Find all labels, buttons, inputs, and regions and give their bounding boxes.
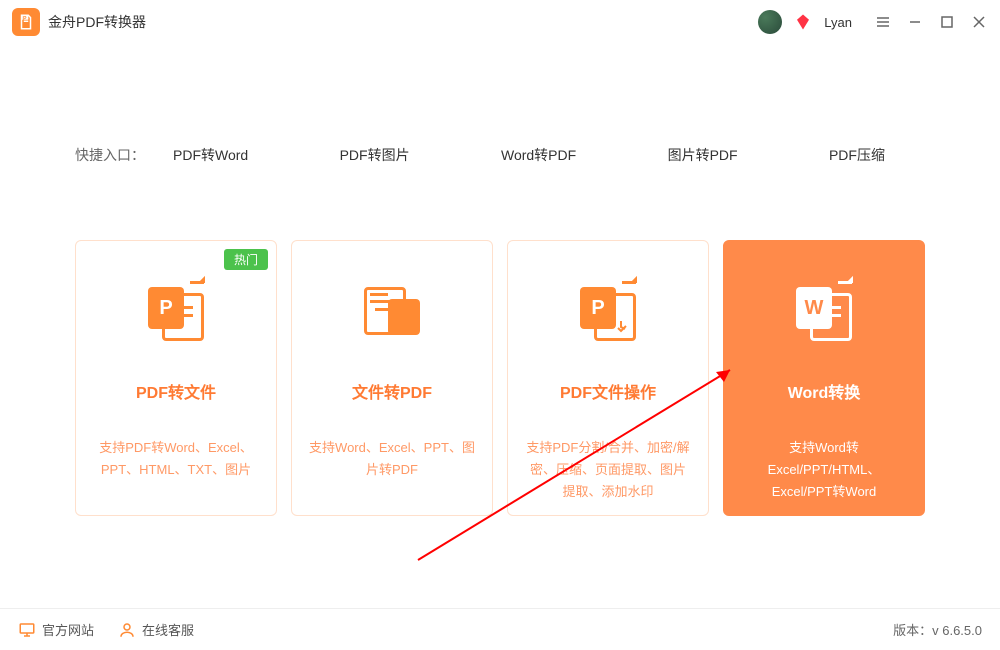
card-desc: 支持PDF分割/合并、加密/解密、压缩、页面提取、图片提取、添加水印 — [508, 437, 708, 503]
quick-image-to-pdf[interactable]: 图片转PDF — [668, 141, 738, 169]
word-convert-icon: W — [792, 285, 856, 349]
card-word-convert[interactable]: W Word转换 支持Word转Excel/PPT/HTML、Excel/PPT… — [723, 240, 925, 516]
vip-diamond-icon[interactable] — [794, 13, 812, 31]
monitor-icon — [18, 621, 36, 639]
quick-word-to-pdf[interactable]: Word转PDF — [501, 141, 576, 169]
card-title: Word转换 — [788, 379, 861, 403]
card-title: PDF转文件 — [136, 379, 216, 403]
online-service-link[interactable]: 在线客服 — [118, 620, 194, 639]
minimize-button[interactable] — [906, 13, 924, 31]
pdf-to-file-icon: P — [144, 285, 208, 349]
quick-pdf-to-word[interactable]: PDF转Word — [173, 141, 248, 169]
official-site-link[interactable]: 官方网站 — [18, 620, 94, 639]
user-avatar[interactable] — [758, 10, 782, 34]
card-desc: 支持PDF转Word、Excel、PPT、HTML、TXT、图片 — [76, 437, 276, 481]
quick-pdf-compress[interactable]: PDF压缩 — [829, 141, 885, 169]
hot-badge: 热门 — [224, 249, 268, 270]
quick-pdf-to-image[interactable]: PDF转图片 — [340, 141, 410, 169]
pdf-ops-icon: P — [576, 285, 640, 349]
svg-text:P: P — [23, 16, 27, 22]
online-service-label: 在线客服 — [142, 620, 194, 639]
file-to-pdf-icon — [360, 285, 424, 349]
card-desc: 支持Word、Excel、PPT、图片转PDF — [292, 437, 492, 481]
card-title: PDF文件操作 — [560, 379, 656, 403]
headset-icon — [118, 621, 136, 639]
version-text: 版本：v 6.6.5.0 — [893, 620, 982, 639]
quick-entry-label: 快捷入口： — [75, 145, 145, 165]
official-site-label: 官方网站 — [42, 620, 94, 639]
maximize-button[interactable] — [938, 13, 956, 31]
close-button[interactable] — [970, 13, 988, 31]
card-desc: 支持Word转Excel/PPT/HTML、Excel/PPT转Word — [724, 437, 924, 503]
card-pdf-operations[interactable]: P PDF文件操作 支持PDF分割/合并、加密/解密、压缩、页面提取、图片提取、… — [507, 240, 709, 516]
card-file-to-pdf[interactable]: 文件转PDF 支持Word、Excel、PPT、图片转PDF — [291, 240, 493, 516]
app-logo: P — [12, 8, 40, 36]
username[interactable]: Lyan — [824, 15, 852, 30]
card-title: 文件转PDF — [352, 379, 432, 403]
app-title: 金舟PDF转换器 — [48, 12, 146, 32]
menu-button[interactable] — [874, 13, 892, 31]
card-pdf-to-file[interactable]: 热门 P PDF转文件 支持PDF转Word、Excel、PPT、HTML、TX… — [75, 240, 277, 516]
